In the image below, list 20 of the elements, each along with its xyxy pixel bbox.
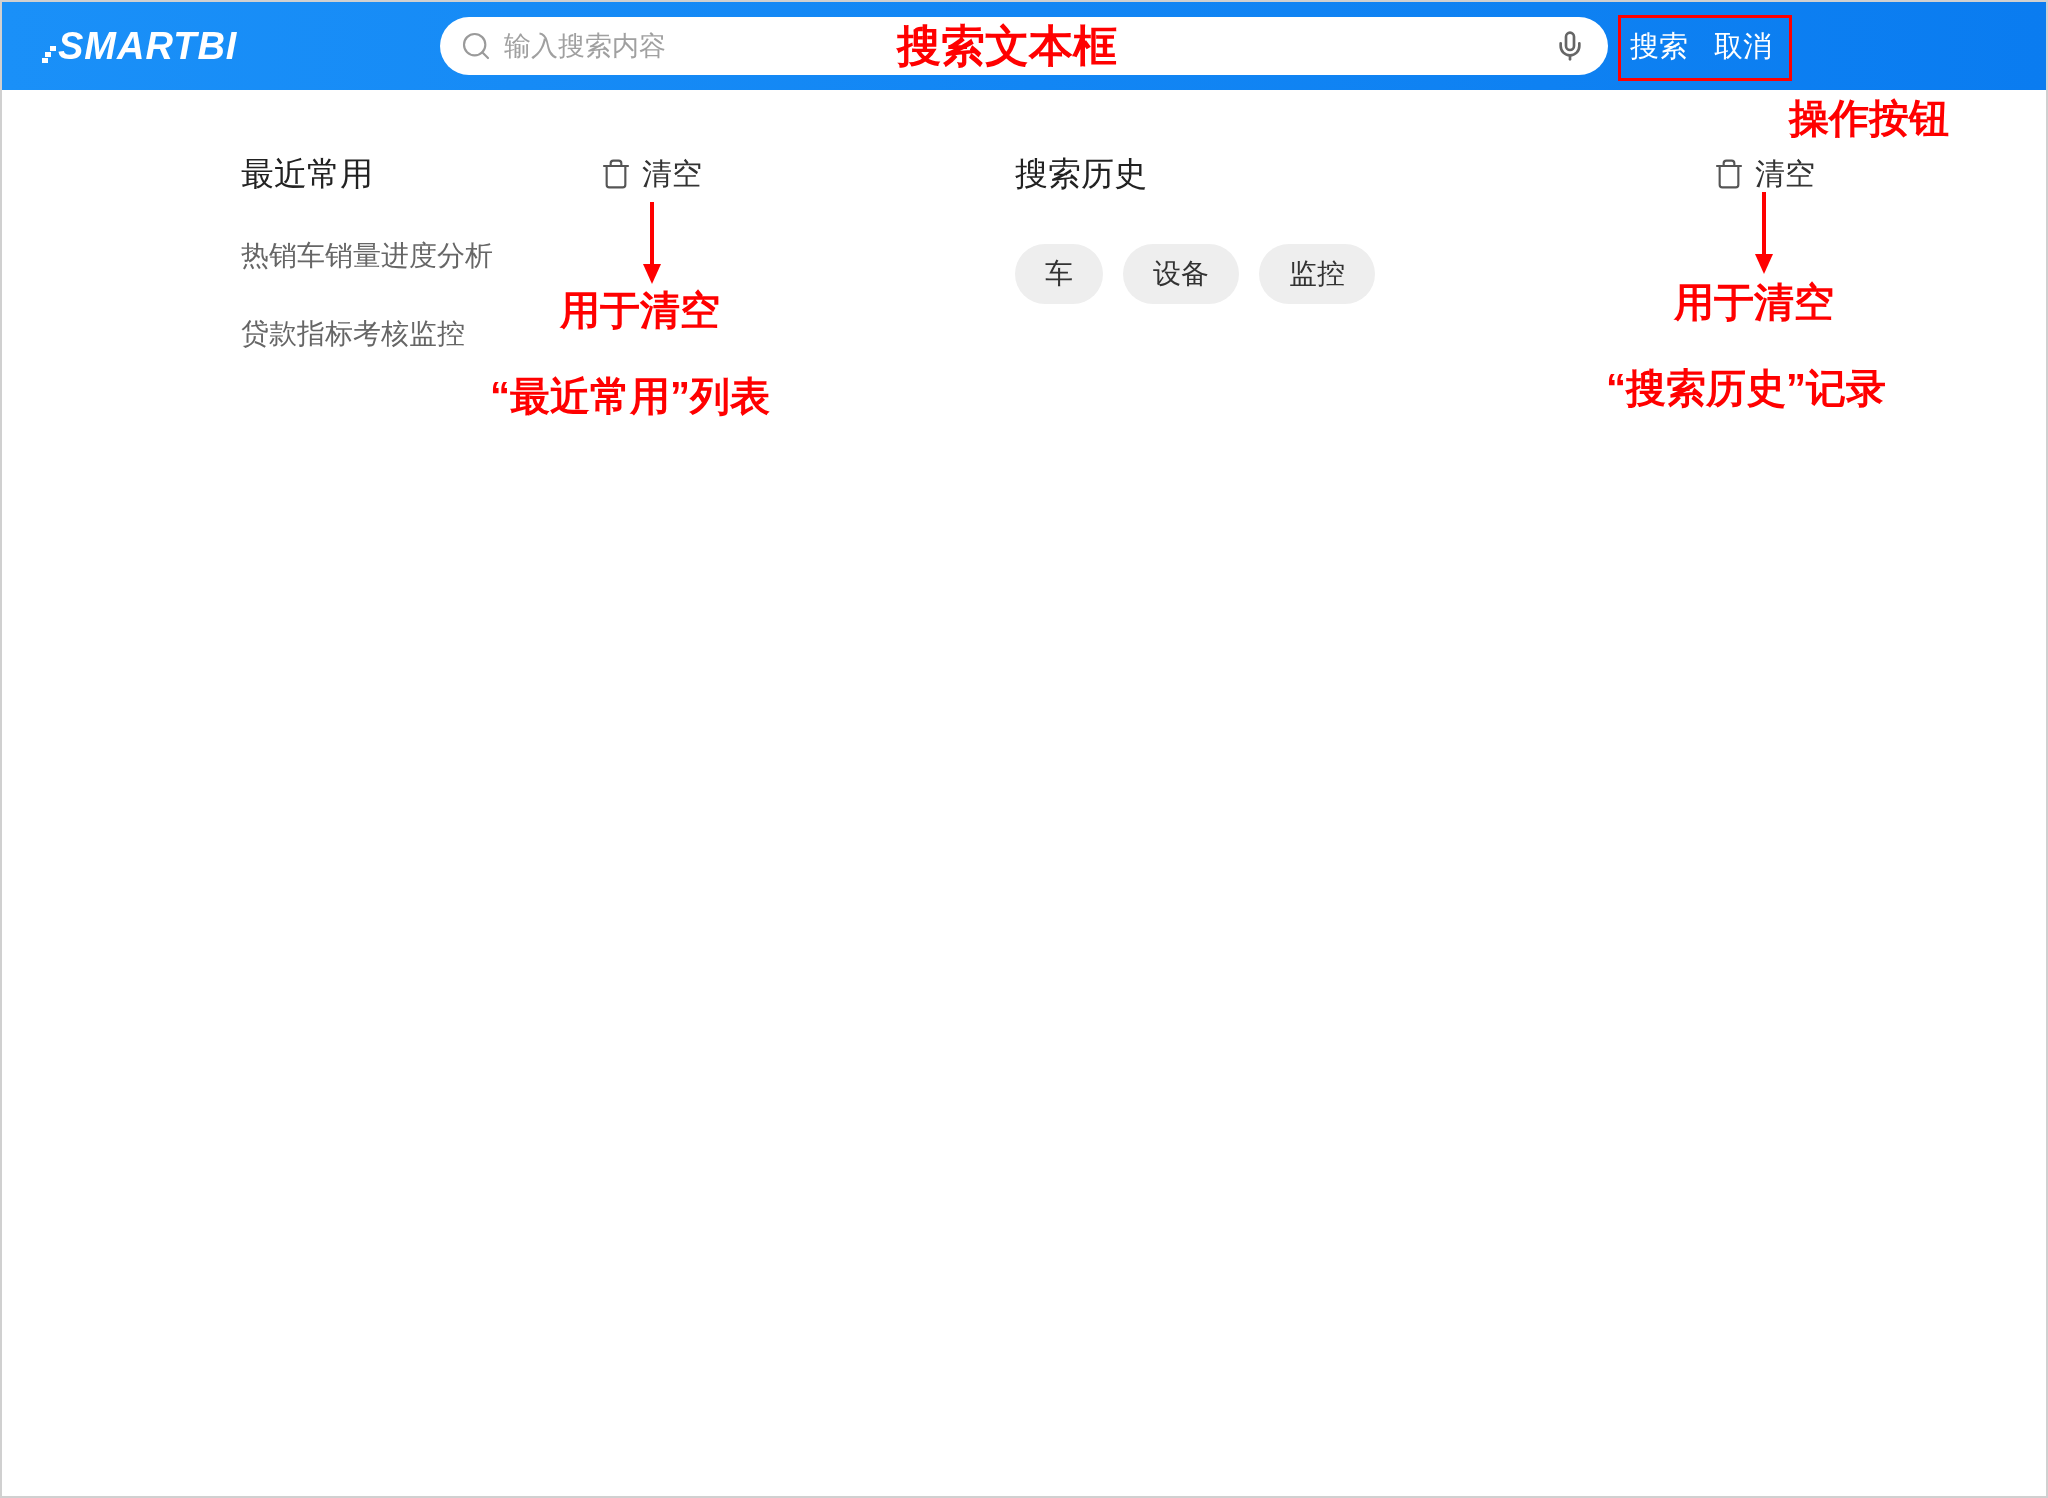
trash-icon [600,158,632,190]
annotation-text: 操作按钮 [1789,95,1949,142]
trash-icon [1713,158,1745,190]
history-tag[interactable]: 设备 [1123,244,1239,304]
history-tag[interactable]: 监控 [1259,244,1375,304]
section-title: 最近常用 [241,154,374,194]
clear-button[interactable]: 清空 [1713,154,1815,194]
annotation-text: “最近常用”列表 [490,373,770,420]
section-title: 搜索历史 [1015,154,1147,194]
annotation-text: “搜索历史”记录 [1606,365,1886,412]
logo: SMARTBI [42,24,238,68]
recent-item[interactable]: 热销车销量进度分析 [241,236,1015,276]
history-tag[interactable]: 车 [1015,244,1103,304]
annotation-text: 用于清空 [1674,279,1834,326]
annotation-text: 用于清空 [560,287,720,334]
annotation-text: 搜索文本框 [897,22,1117,70]
clear-button[interactable]: 清空 [600,154,702,194]
header-button[interactable]: 取消 [1714,26,1772,66]
search-icon [460,30,492,62]
header-button[interactable]: 搜索 [1630,26,1688,66]
